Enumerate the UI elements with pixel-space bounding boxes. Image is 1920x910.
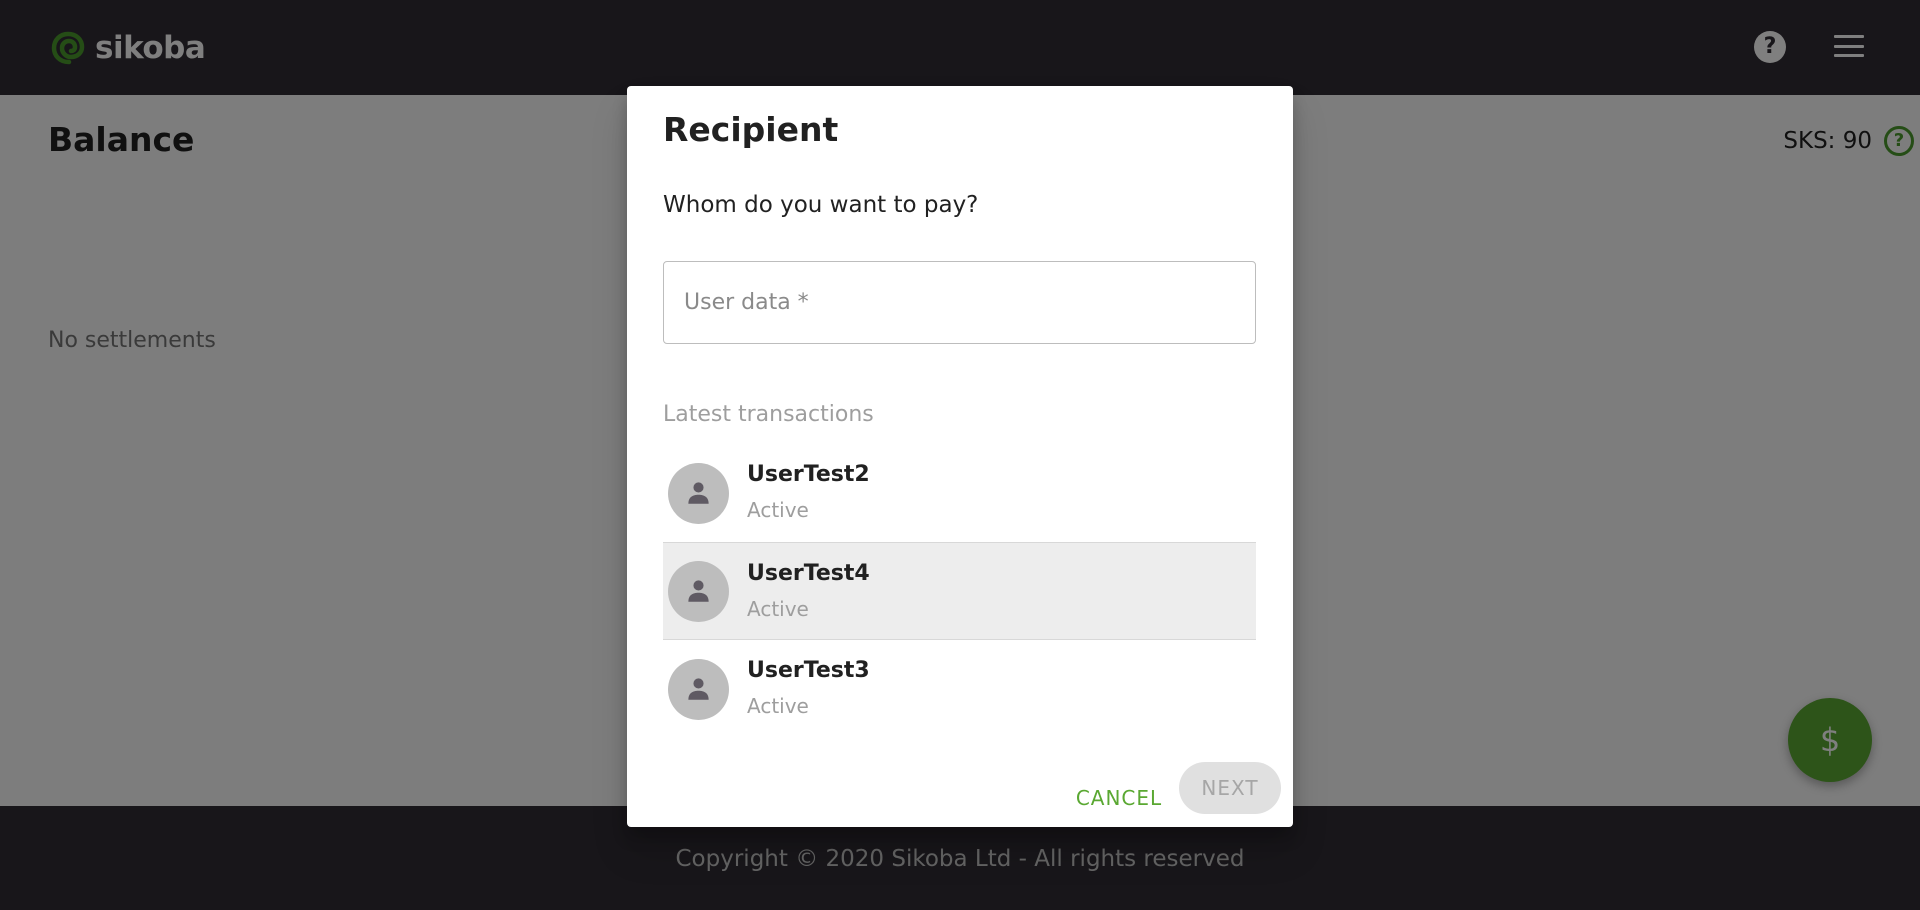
cancel-button[interactable]: CANCEL bbox=[1063, 772, 1175, 824]
next-button[interactable]: NEXT bbox=[1179, 762, 1281, 814]
recipient-status: Active bbox=[747, 498, 809, 522]
avatar bbox=[668, 462, 729, 524]
dialog-title: Recipient bbox=[663, 110, 839, 149]
dialog-question: Whom do you want to pay? bbox=[663, 192, 979, 218]
recipient-name: UserTest3 bbox=[747, 658, 870, 683]
recipient-name: UserTest4 bbox=[747, 561, 870, 586]
recipient-item[interactable]: UserTest2 Active bbox=[663, 444, 1256, 542]
person-icon bbox=[688, 481, 709, 504]
recipient-name: UserTest2 bbox=[747, 462, 870, 487]
recipient-status: Active bbox=[747, 597, 809, 621]
recipient-dialog: Recipient Whom do you want to pay? Lates… bbox=[627, 86, 1293, 827]
recipient-status: Active bbox=[747, 694, 809, 718]
recipient-item[interactable]: UserTest3 Active bbox=[663, 640, 1256, 738]
latest-transactions-label: Latest transactions bbox=[663, 402, 874, 427]
person-icon bbox=[688, 677, 709, 700]
avatar bbox=[668, 560, 729, 622]
user-data-input[interactable] bbox=[663, 261, 1256, 344]
recipient-item[interactable]: UserTest4 Active bbox=[663, 542, 1256, 640]
recipient-list: UserTest2 Active UserTest4 Active UserTe… bbox=[663, 444, 1256, 738]
person-icon bbox=[688, 579, 709, 602]
avatar bbox=[668, 658, 729, 720]
